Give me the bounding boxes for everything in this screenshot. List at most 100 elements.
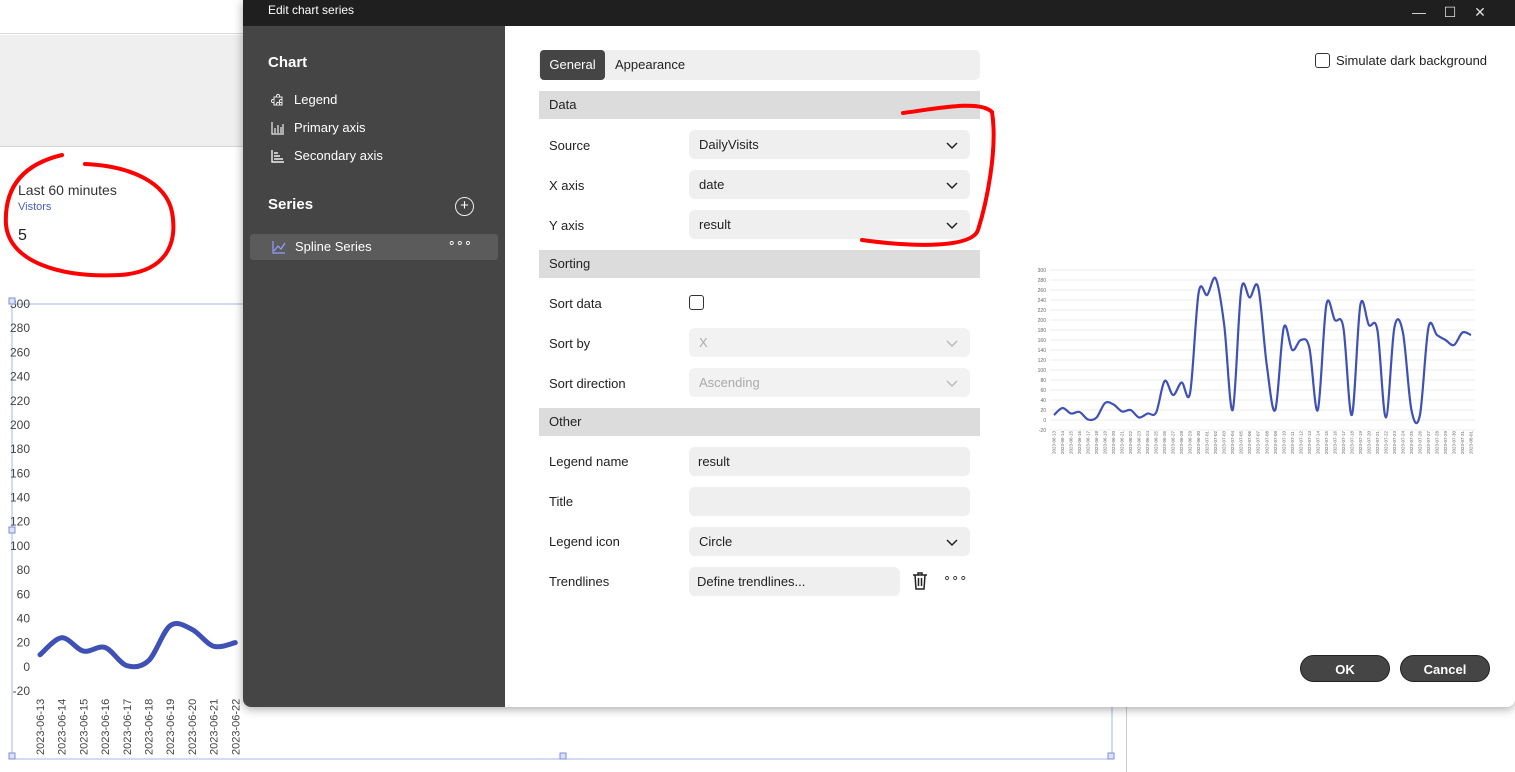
x-tick-label: 2023-07-25 — [1409, 430, 1414, 454]
sort-direction-select[interactable]: Ascending — [689, 368, 970, 397]
x-tick-label: 2023-06-16 — [1077, 430, 1082, 454]
x-tick-label: 2023-06-30 — [1196, 430, 1201, 454]
x-tick-label: 2023-07-02 — [1213, 430, 1218, 454]
tab-general[interactable]: General — [540, 50, 605, 80]
sort-direction-label: Sort direction — [549, 376, 626, 391]
x-tick-label: 2023-08-01 — [1469, 430, 1474, 454]
minimize-button[interactable]: — — [1404, 0, 1434, 26]
title-input[interactable] — [689, 487, 970, 516]
x-tick-label: 2023-06-18 — [144, 699, 156, 755]
stacked-bars-icon — [271, 149, 284, 163]
y-tick-label: 60 — [17, 587, 31, 601]
x-tick-label: 2023-06-25 — [1154, 430, 1159, 454]
maximize-button[interactable]: ☐ — [1435, 0, 1465, 26]
close-button[interactable]: ✕ — [1465, 0, 1495, 26]
define-trendlines-button[interactable]: Define trendlines... — [689, 567, 900, 596]
series-line — [37, 621, 238, 670]
x-tick-label: 2023-07-13 — [1307, 430, 1312, 454]
chevron-down-icon — [946, 539, 958, 547]
dialog-sidebar: Chart Legend Primary axis Secondary axis… — [243, 26, 505, 707]
y-tick-label: 280 — [1038, 278, 1047, 284]
section-sorting: Sorting — [539, 250, 980, 278]
dialog-titlebar: Edit chart series — ☐ ✕ — [243, 0, 1515, 26]
source-select[interactable]: DailyVisits — [689, 130, 970, 159]
background-panel — [0, 35, 250, 147]
cancel-button[interactable]: Cancel — [1400, 655, 1490, 682]
y-tick-label: 300 — [1038, 268, 1047, 274]
sort-by-select[interactable]: X — [689, 328, 970, 357]
x-tick-label: 2023-07-18 — [1349, 430, 1354, 454]
x-tick-label: 2023-06-22 — [230, 699, 242, 755]
sort-by-label: Sort by — [549, 336, 591, 351]
series-heading: Series — [268, 196, 314, 213]
section-other: Other — [539, 408, 980, 436]
add-series-button[interactable]: + — [455, 197, 474, 216]
x-tick-label: 2023-06-15 — [78, 699, 90, 755]
more-icon[interactable]: ∘∘∘ — [943, 570, 967, 586]
y-tick-label: 180 — [1038, 328, 1047, 334]
y-tick-label: 240 — [1038, 298, 1047, 304]
chevron-down-icon — [946, 182, 958, 190]
line-chart-icon — [272, 241, 286, 254]
sidebar-item-legend[interactable]: Legend — [271, 92, 337, 107]
sidebar-item-spline-series[interactable]: Spline Series ∘∘∘ — [250, 234, 498, 260]
x-tick-label: 2023-07-19 — [1358, 430, 1363, 454]
sidebar-item-primary-axis[interactable]: Primary axis — [271, 120, 366, 135]
source-label: Source — [549, 138, 591, 153]
sidebar-item-label: Primary axis — [294, 120, 366, 135]
tab-appearance[interactable]: Appearance — [615, 50, 685, 80]
y-tick-label: 40 — [17, 611, 31, 625]
x-tick-label: 2023-06-13 — [1052, 430, 1057, 454]
y-tick-label: 100 — [10, 539, 30, 553]
y-tick-label: 260 — [10, 345, 30, 359]
chevron-down-icon — [946, 340, 958, 348]
sort-data-label: Sort data — [549, 296, 602, 311]
y-tick-label: 160 — [1038, 338, 1047, 344]
x-tick-label: 2023-06-23 — [1137, 430, 1142, 454]
x-axis-label: X axis — [549, 178, 585, 193]
x-tick-label: 2023-07-14 — [1315, 430, 1320, 454]
simulate-dark-checkbox[interactable] — [1315, 53, 1330, 68]
y-tick-label: 140 — [1038, 348, 1047, 354]
y-tick-label: 40 — [1040, 398, 1046, 404]
y-tick-label: 180 — [10, 442, 30, 456]
resize-handle — [8, 526, 16, 534]
sort-data-checkbox[interactable] — [689, 295, 704, 310]
resize-handle — [559, 752, 567, 760]
x-tick-label: 2023-06-27 — [1171, 430, 1176, 454]
y-tick-label: 60 — [1040, 388, 1046, 394]
x-tick-label: 2023-07-31 — [1460, 430, 1465, 454]
x-tick-label: 2023-06-22 — [1128, 430, 1133, 454]
y-tick-label: 280 — [10, 321, 30, 335]
x-tick-label: 2023-07-08 — [1264, 430, 1269, 454]
x-axis-select[interactable]: date — [689, 170, 970, 199]
sidebar-item-secondary-axis[interactable]: Secondary axis — [271, 148, 383, 163]
x-tick-label: 2023-07-10 — [1281, 430, 1286, 454]
ok-button[interactable]: OK — [1300, 655, 1390, 682]
x-axis-value: date — [699, 177, 725, 192]
x-tick-label: 2023-06-24 — [1145, 430, 1150, 454]
x-tick-label: 2023-06-28 — [1179, 430, 1184, 454]
x-tick-label: 2023-07-07 — [1256, 430, 1261, 454]
kpi-value: 5 — [18, 227, 27, 244]
x-tick-label: 2023-07-09 — [1273, 430, 1278, 454]
section-data: Data — [539, 91, 980, 119]
x-tick-label: 2023-07-16 — [1332, 430, 1337, 454]
x-tick-label: 2023-06-15 — [1069, 430, 1074, 454]
legend-name-input[interactable]: result — [689, 447, 970, 476]
title-label: Title — [549, 494, 574, 509]
more-icon[interactable]: ∘∘∘ — [448, 235, 472, 251]
x-tick-label: 2023-07-29 — [1443, 430, 1448, 454]
y-axis-select[interactable]: result — [689, 210, 970, 239]
x-tick-label: 2023-07-11 — [1290, 431, 1295, 454]
x-tick-label: 2023-07-01 — [1205, 430, 1210, 454]
trash-icon[interactable] — [911, 571, 929, 591]
y-axis-value: result — [699, 217, 731, 232]
x-tick-label: 2023-07-04 — [1230, 430, 1235, 454]
y-tick-label: 220 — [1038, 308, 1047, 314]
legend-icon-select[interactable]: Circle — [689, 527, 970, 556]
y-tick-label: 20 — [1040, 408, 1046, 414]
kpi-title: Last 60 minutes — [18, 182, 117, 198]
x-tick-label: 2023-06-14 — [1060, 430, 1065, 454]
x-tick-label: 2023-06-26 — [1162, 430, 1167, 454]
